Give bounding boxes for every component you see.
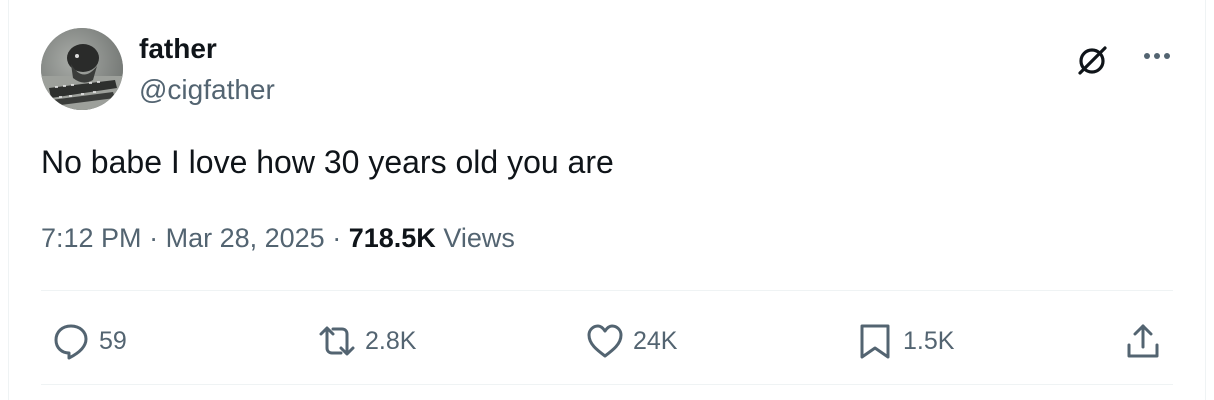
- views-count: 718.5K: [348, 223, 436, 253]
- tweet-meta: 7:12 PM · Mar 28, 2025 · 718.5K Views: [41, 220, 515, 256]
- repost-button[interactable]: 2.8K: [317, 318, 416, 364]
- author-handle[interactable]: @cigfather: [139, 72, 275, 108]
- grok-icon[interactable]: [1072, 40, 1112, 80]
- bookmark-count: 1.5K: [903, 327, 955, 355]
- tweet-date[interactable]: Mar 28, 2025: [166, 223, 325, 253]
- meta-separator: ·: [149, 223, 159, 253]
- bookmark-icon: [855, 321, 895, 361]
- heart-icon: [585, 321, 625, 361]
- like-button[interactable]: 24K: [585, 318, 677, 364]
- repost-count: 2.8K: [365, 327, 417, 355]
- share-icon: [1123, 321, 1163, 361]
- reply-button[interactable]: 59: [51, 318, 127, 364]
- meta-separator: ·: [332, 223, 342, 253]
- bookmark-button[interactable]: 1.5K: [855, 318, 954, 364]
- author-display-name[interactable]: father: [139, 32, 217, 66]
- avatar-image: [41, 28, 123, 110]
- tweet-card: father @cigfather No babe I love how 30 …: [8, 0, 1206, 400]
- reply-count: 59: [99, 327, 127, 355]
- views-label: Views: [443, 223, 515, 253]
- tweet-text: No babe I love how 30 years old you are: [41, 144, 614, 180]
- like-count: 24K: [633, 327, 678, 355]
- reply-icon: [51, 321, 91, 361]
- tweet-time[interactable]: 7:12 PM: [41, 223, 142, 253]
- avatar[interactable]: [41, 28, 123, 110]
- divider: [41, 290, 1173, 291]
- divider: [41, 384, 1173, 385]
- repost-icon: [317, 321, 357, 361]
- more-horizontal-icon[interactable]: [1137, 40, 1177, 80]
- share-button[interactable]: [1123, 318, 1163, 364]
